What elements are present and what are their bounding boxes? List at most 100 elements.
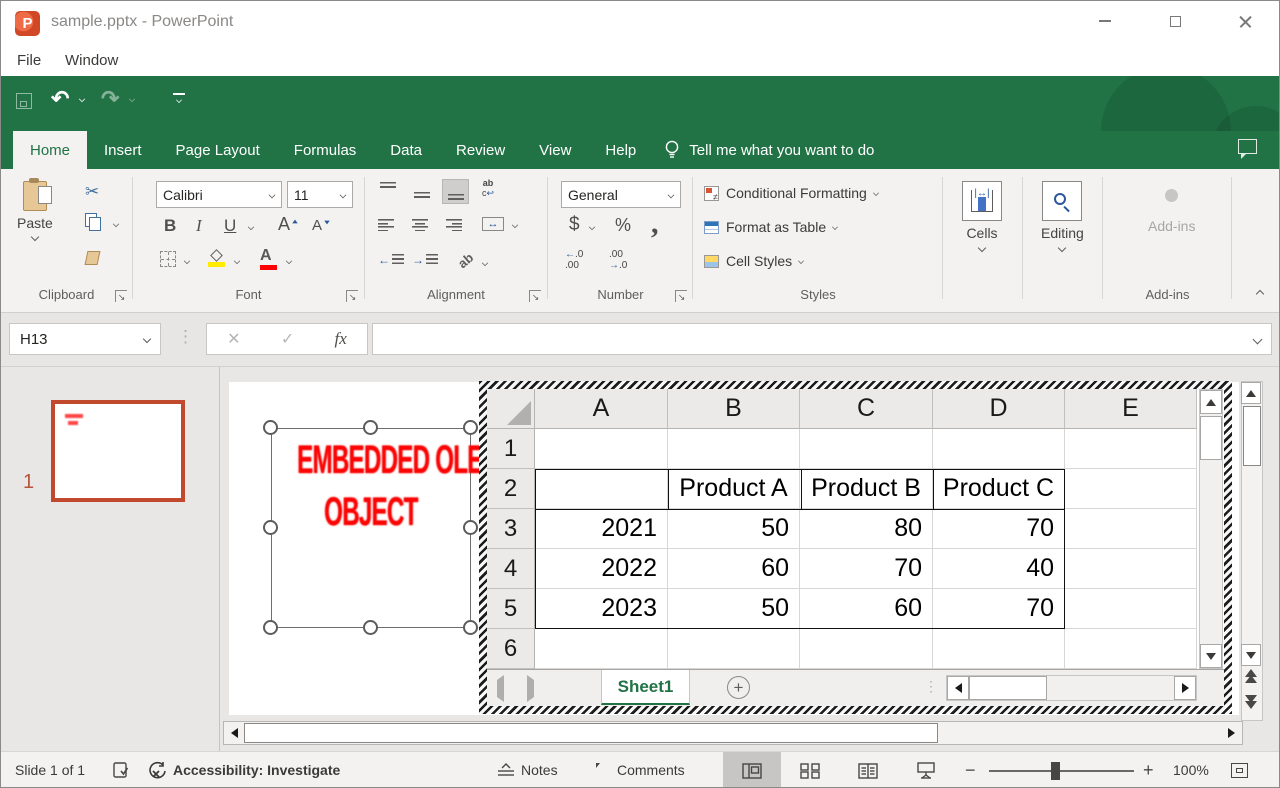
borders-icon[interactable] (160, 251, 176, 267)
copy-icon[interactable] (85, 213, 97, 227)
column-header[interactable]: C (800, 389, 933, 429)
cancel-button[interactable]: ✕ (227, 329, 240, 349)
cell-A3[interactable]: 2021 (535, 509, 668, 549)
cell-B3[interactable]: 50 (668, 509, 800, 549)
copy-dropdown-icon[interactable] (113, 221, 119, 227)
font-name-combo[interactable]: Calibri (156, 181, 282, 208)
font-dialog-launcher[interactable]: ↘ (346, 290, 358, 302)
addins-button[interactable]: Add-ins (1148, 189, 1195, 234)
prev-sheet-icon[interactable] (497, 680, 504, 698)
new-sheet-button[interactable]: + (727, 676, 750, 699)
selection-handle[interactable] (263, 620, 278, 635)
merge-center-button[interactable]: ↔ (482, 217, 504, 231)
italic-button[interactable]: I (196, 216, 202, 236)
cell-D6[interactable] (933, 629, 1065, 669)
cell-E5[interactable] (1065, 589, 1197, 629)
scroll-down-button[interactable] (1241, 644, 1261, 666)
minimize-button[interactable] (1082, 1, 1128, 41)
grow-font-button[interactable]: A (278, 214, 300, 235)
cell-D3[interactable]: 70 (933, 509, 1065, 549)
alignment-dialog-launcher[interactable]: ↘ (529, 290, 541, 302)
main-horizontal-scrollbar[interactable] (223, 721, 1243, 745)
zoom-out-button[interactable]: − (965, 760, 976, 781)
comments-button[interactable]: Comments (617, 762, 685, 778)
row-header[interactable]: 5 (487, 589, 535, 629)
next-sheet-icon[interactable] (527, 680, 534, 698)
select-all-corner[interactable] (487, 389, 535, 429)
currency-button[interactable]: $ (569, 214, 580, 236)
align-center-button[interactable] (412, 219, 428, 231)
scrollbar-thumb[interactable] (1243, 406, 1261, 466)
bottom-align-button[interactable] (442, 179, 469, 204)
cell-C5[interactable]: 60 (800, 589, 933, 629)
comma-button[interactable]: , (651, 207, 659, 241)
selection-handle[interactable] (363, 420, 378, 435)
menu-window[interactable]: Window (61, 50, 122, 71)
column-header[interactable]: D (933, 389, 1065, 429)
enter-button[interactable]: ✓ (281, 329, 294, 349)
editing-button[interactable]: Editing (1041, 181, 1084, 251)
selection-handle[interactable] (463, 520, 478, 535)
scroll-left-button[interactable] (947, 676, 969, 700)
redo-dropdown-icon[interactable] (129, 96, 135, 102)
cell-D4[interactable]: 40 (933, 549, 1065, 589)
proofing-icon[interactable] (113, 762, 131, 779)
currency-dropdown-icon[interactable] (589, 224, 595, 230)
orientation-dropdown-icon[interactable] (482, 260, 488, 266)
scroll-right-button[interactable] (1221, 722, 1242, 744)
increase-decimal-button[interactable]: ←.0 .00 (565, 249, 583, 271)
tell-me-box[interactable]: Tell me what you want to do (665, 131, 874, 169)
slide-show-button[interactable] (897, 752, 955, 788)
cell-A4[interactable]: 2022 (535, 549, 668, 589)
cell-A5[interactable]: 2023 (535, 589, 668, 629)
zoom-level[interactable]: 100% (1173, 762, 1209, 778)
column-header[interactable]: E (1065, 389, 1197, 429)
cell-D5[interactable]: 70 (933, 589, 1065, 629)
normal-view-button[interactable] (723, 752, 781, 788)
scrollbar-thumb[interactable] (1200, 416, 1222, 460)
insert-function-button[interactable]: fx (335, 329, 347, 349)
tab-formulas[interactable]: Formulas (277, 131, 374, 169)
cell-B5[interactable]: 50 (668, 589, 800, 629)
slide-sorter-view-button[interactable] (781, 752, 839, 788)
row-header[interactable]: 2 (487, 469, 535, 509)
underline-dropdown-icon[interactable] (248, 224, 254, 230)
scroll-left-button[interactable] (224, 722, 245, 744)
cell-E1[interactable] (1065, 429, 1197, 469)
row-header[interactable]: 4 (487, 549, 535, 589)
cell-A2[interactable] (535, 469, 668, 509)
align-right-button[interactable] (446, 219, 462, 231)
format-as-table-button[interactable]: Format as Table (704, 215, 838, 239)
selection-handle[interactable] (263, 520, 278, 535)
percent-button[interactable]: % (615, 215, 631, 236)
top-align-button[interactable] (374, 179, 401, 204)
column-header[interactable]: B (668, 389, 800, 429)
cell-C1[interactable] (800, 429, 933, 469)
cell-E2[interactable] (1065, 469, 1197, 509)
font-size-combo[interactable]: 11 (287, 181, 353, 208)
cell-B2[interactable]: Product A (668, 469, 800, 509)
cell-D2[interactable]: Product C (933, 469, 1065, 509)
underline-button[interactable]: U (224, 216, 236, 236)
save-icon[interactable] (16, 93, 32, 109)
orientation-button[interactable]: ab (455, 250, 476, 271)
increase-indent-button[interactable]: → (412, 253, 438, 267)
fill-color-icon[interactable] (208, 251, 225, 267)
sheet-vertical-scrollbar[interactable] (1199, 389, 1223, 669)
tab-view[interactable]: View (522, 131, 588, 169)
paste-dropdown-icon[interactable] (31, 233, 39, 241)
scrollbar-thumb[interactable] (969, 676, 1047, 700)
close-button[interactable] (1222, 1, 1268, 41)
scroll-down-button[interactable] (1200, 644, 1222, 668)
cells-button[interactable]: |↔| Cells (962, 181, 1002, 251)
decrease-indent-button[interactable]: ← (378, 253, 404, 267)
middle-align-button[interactable] (408, 179, 435, 204)
tab-review[interactable]: Review (439, 131, 522, 169)
maximize-button[interactable] (1152, 1, 1198, 41)
customize-qat-icon[interactable] (173, 93, 185, 95)
number-format-combo[interactable]: General (561, 181, 681, 208)
wrap-text-button[interactable]: ab c↩ (482, 179, 494, 199)
fill-color-dropdown-icon[interactable] (234, 258, 240, 264)
scrollbar-thumb[interactable] (244, 723, 938, 743)
cell-A1[interactable] (535, 429, 668, 469)
